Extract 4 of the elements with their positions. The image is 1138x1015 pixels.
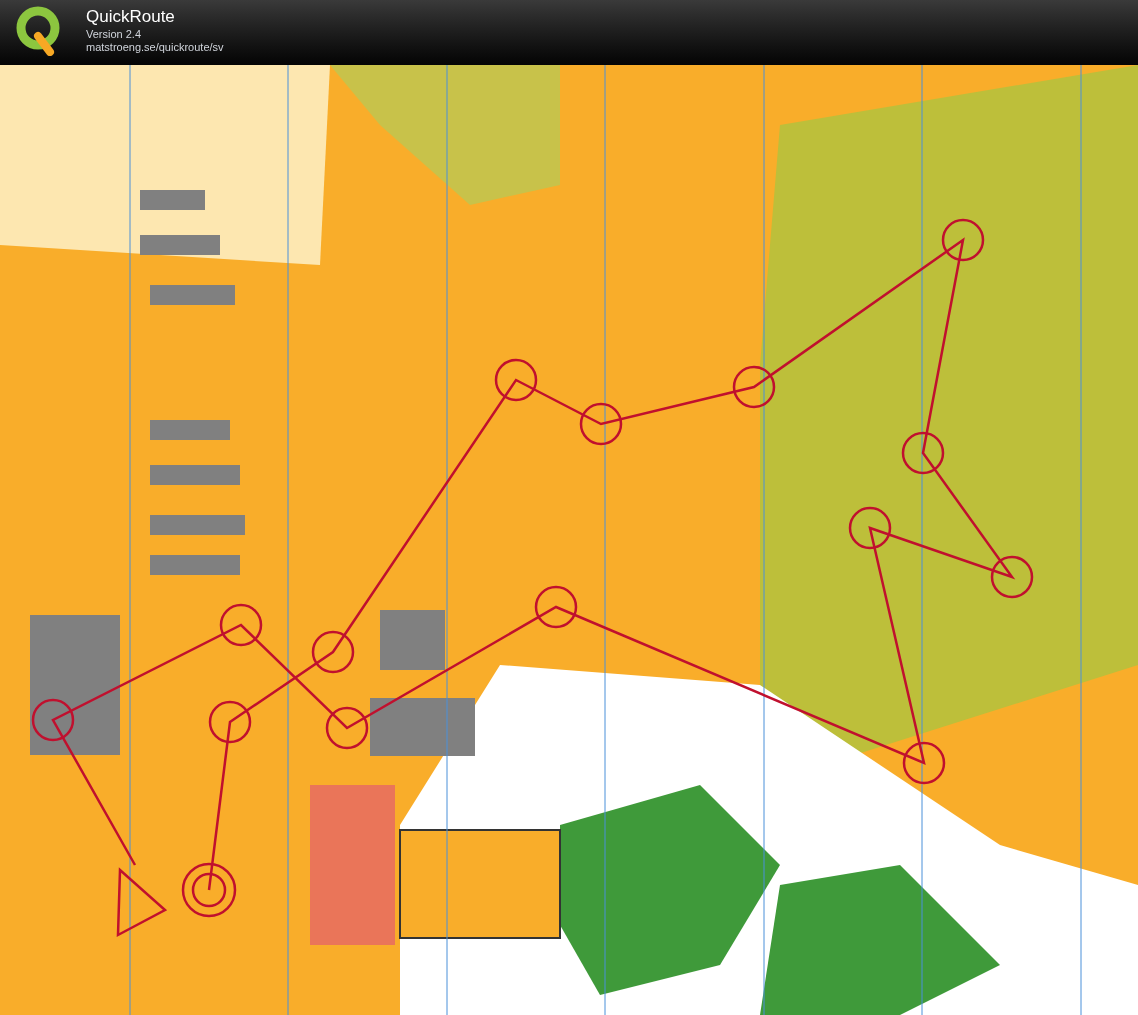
app-logo-icon [16,6,62,56]
website-link[interactable]: matstroeng.se/quickroute/sv [86,41,224,54]
version-text: Version 2.4 [86,28,143,41]
app-title: QuickRoute [86,6,176,28]
